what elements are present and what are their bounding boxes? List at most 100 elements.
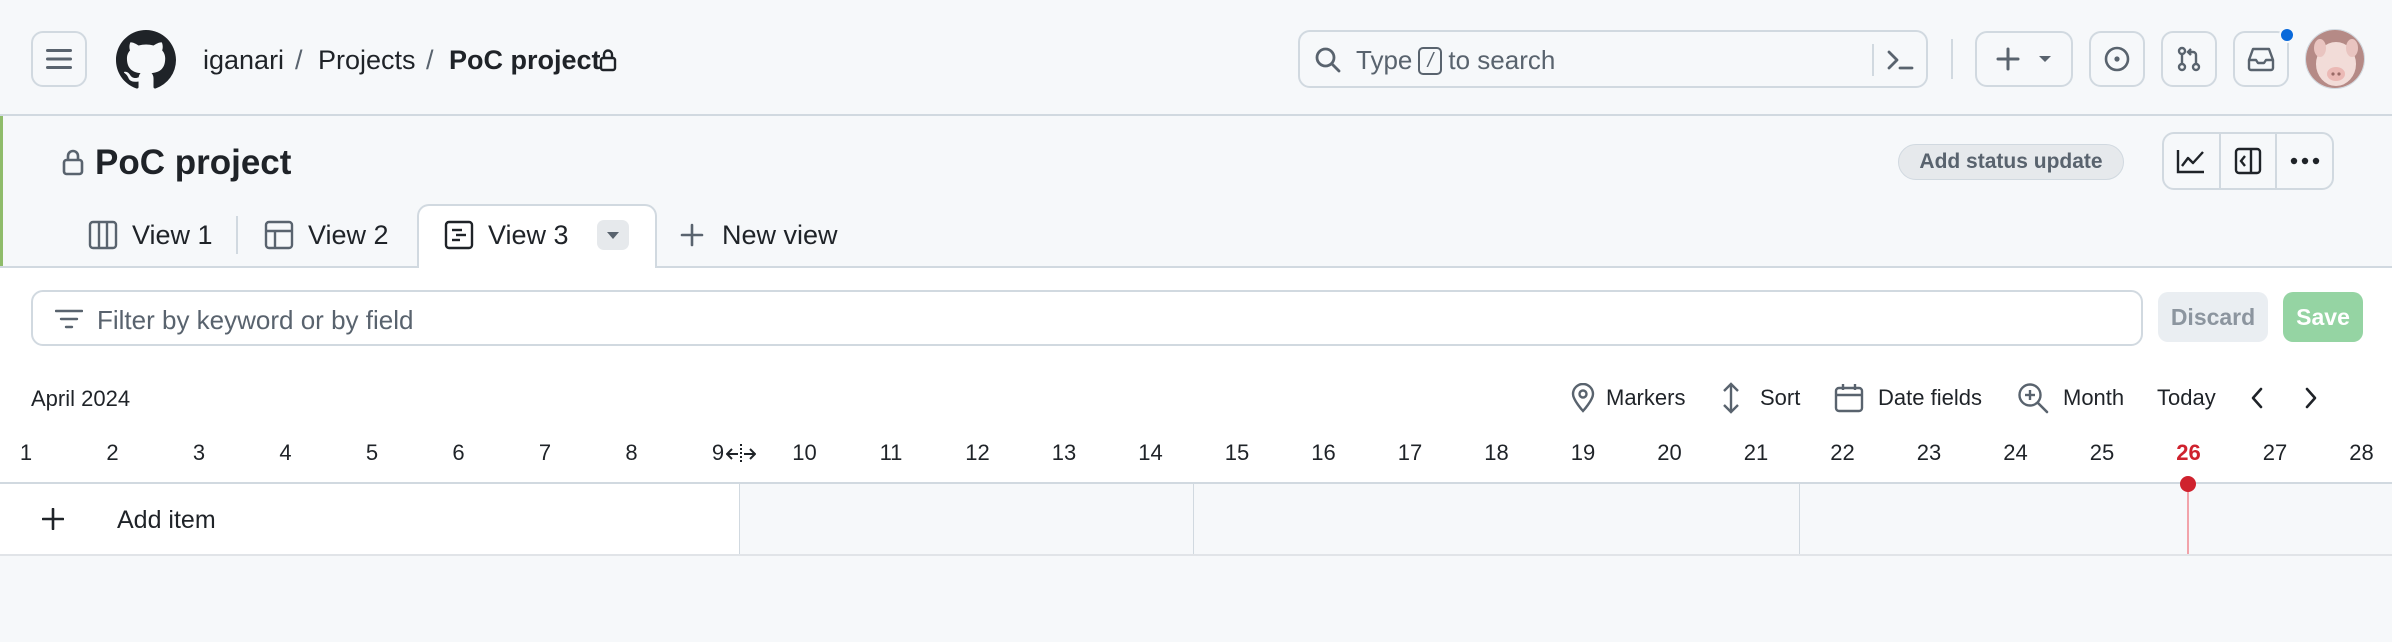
plus-icon — [680, 223, 704, 247]
zoom-button[interactable]: Month — [2017, 378, 2124, 418]
breadcrumb-separator: / — [426, 45, 434, 75]
day-label: 12 — [965, 440, 990, 465]
discard-button[interactable]: Discard — [2158, 292, 2268, 342]
day-label: 22 — [1830, 440, 1855, 465]
pull-request-icon — [2177, 46, 2201, 72]
issues-button[interactable] — [2089, 31, 2145, 87]
search-divider — [1872, 44, 1874, 76]
search-shortcut-key: / — [1418, 46, 1443, 75]
zoom-in-icon — [2018, 383, 2049, 414]
sort-button[interactable]: Sort — [1720, 378, 1800, 418]
project-lock-icon — [62, 148, 84, 176]
location-pin-icon — [1571, 383, 1595, 413]
day-label: 24 — [2003, 440, 2028, 465]
add-item-row[interactable] — [0, 484, 740, 554]
inbox-icon — [2247, 47, 2275, 72]
issue-icon — [2104, 46, 2130, 72]
breadcrumb-owner[interactable]: iganari — [203, 44, 284, 76]
empty-area — [0, 556, 2392, 642]
tab-view-3[interactable]: View 3 — [444, 204, 629, 266]
day-label: 8 — [625, 440, 638, 465]
search-prefix: Type — [1356, 45, 1413, 75]
new-view-label: New view — [722, 219, 838, 250]
tab-label: View 2 — [308, 219, 389, 250]
column-resize-handle[interactable] — [726, 444, 756, 464]
filter-input[interactable]: Filter by keyword or by field — [31, 290, 2143, 346]
table-icon — [264, 220, 294, 250]
search-input[interactable]: Type / to search — [1298, 30, 1928, 88]
add-status-update-button[interactable]: Add status update — [1898, 144, 2124, 180]
day-label: 10 — [792, 440, 817, 465]
tab-label: View 1 — [132, 219, 213, 250]
plus-icon — [1996, 47, 2020, 71]
menu-button[interactable] — [31, 31, 87, 87]
lock-icon — [599, 48, 617, 72]
new-view-button[interactable]: New view — [680, 204, 838, 266]
view-options-button[interactable] — [596, 220, 629, 250]
save-button[interactable]: Save — [2283, 292, 2363, 342]
board-icon — [88, 220, 118, 250]
day-label: 6 — [452, 440, 465, 465]
previous-period-button[interactable] — [2250, 378, 2264, 418]
tab-view-2[interactable]: View 2 — [264, 204, 389, 266]
day-label: 16 — [1311, 440, 1336, 465]
day-label: 20 — [1657, 440, 1682, 465]
today-marker-dot — [2180, 476, 2196, 492]
markers-button[interactable]: Markers — [1570, 378, 1685, 418]
command-palette-icon[interactable] — [1886, 48, 1914, 72]
sidebar-expand-icon — [2234, 147, 2262, 175]
pull-requests-button[interactable] — [2161, 31, 2217, 87]
roadmap-icon — [444, 220, 474, 250]
global-header: iganari / Projects / PoC project Type / … — [0, 0, 2392, 116]
day-label: 13 — [1051, 440, 1077, 465]
filter-icon — [55, 308, 83, 330]
next-period-button[interactable] — [2304, 378, 2318, 418]
filter-placeholder: Filter by keyword or by field — [97, 305, 414, 335]
search-suffix: to search — [1448, 45, 1556, 75]
markers-label: Markers — [1606, 385, 1686, 410]
breadcrumb-project[interactable]: PoC project — [449, 44, 601, 76]
today-button[interactable]: Today — [2157, 378, 2216, 418]
day-label: 5 — [365, 440, 379, 465]
notification-dot — [2279, 27, 2295, 43]
date-fields-button[interactable]: Date fields — [1834, 378, 1982, 418]
day-label: 15 — [1224, 440, 1250, 465]
week-divider — [1193, 484, 1194, 554]
sort-arrows-icon — [1723, 382, 1739, 414]
avatar[interactable] — [2305, 29, 2365, 89]
date-fields-label: Date fields — [1878, 385, 1982, 410]
tab-label: View 3 — [488, 219, 569, 250]
header-divider — [1951, 39, 1953, 79]
day-label: 1 — [19, 440, 33, 465]
search-icon — [1314, 46, 1342, 74]
today-marker-line — [2187, 484, 2189, 554]
github-logo-icon[interactable] — [116, 30, 176, 90]
today-label: Today — [2157, 385, 2216, 410]
create-new-button[interactable] — [1975, 31, 2073, 87]
breadcrumb-projects[interactable]: Projects — [318, 44, 416, 76]
sort-label: Sort — [1760, 385, 1801, 410]
chevron-down-icon — [2039, 56, 2051, 62]
project-actions-group — [2162, 132, 2334, 190]
plus-icon — [42, 508, 64, 530]
timeline-row — [740, 484, 2392, 554]
chevron-right-icon — [2305, 387, 2317, 409]
graph-icon — [2177, 150, 2205, 174]
triangle-down-icon — [606, 231, 619, 239]
day-label: 18 — [1484, 440, 1509, 465]
tab-view-1[interactable]: View 1 — [88, 204, 213, 266]
day-label: 28 — [2349, 440, 2374, 465]
day-label: 27 — [2262, 440, 2288, 465]
add-item-label[interactable]: Add item — [117, 506, 216, 535]
side-panel-button[interactable] — [2218, 134, 2276, 188]
day-label: 3 — [192, 440, 206, 465]
insights-button[interactable] — [2164, 134, 2219, 188]
day-label: 21 — [1743, 440, 1769, 465]
zoom-label: Month — [2063, 385, 2125, 410]
day-label: 7 — [538, 440, 552, 465]
more-options-button[interactable] — [2275, 134, 2332, 188]
current-month-label: April 2024 — [31, 386, 131, 411]
day-label: 23 — [1916, 440, 1942, 465]
day-label: 2 — [106, 440, 119, 465]
week-divider — [1799, 484, 1800, 554]
